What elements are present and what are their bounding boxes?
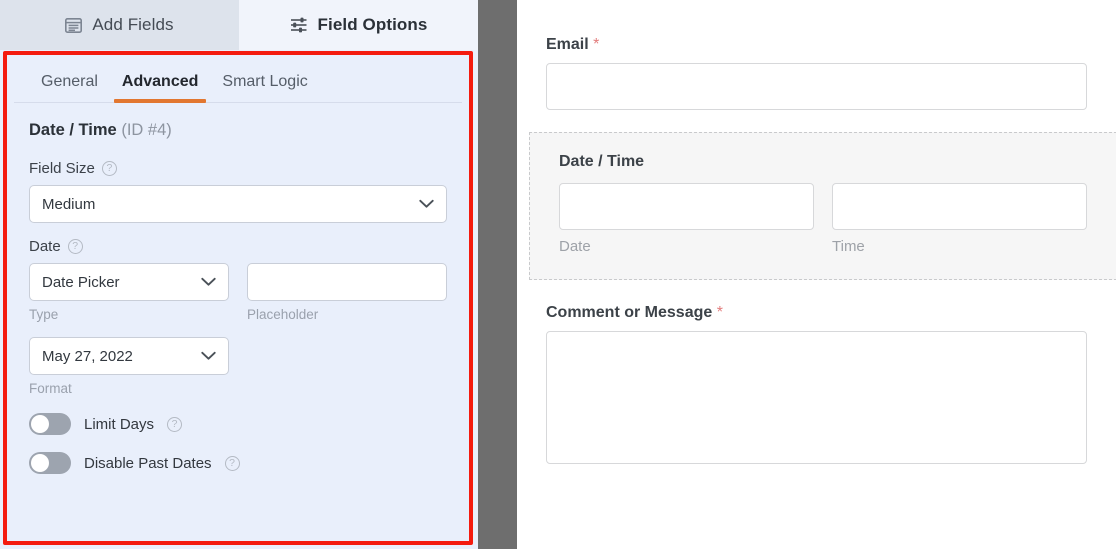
chevron-down-icon <box>201 277 216 287</box>
disable-past-dates-toggle[interactable] <box>29 452 71 474</box>
date-type-col: Date Picker Type <box>29 263 229 322</box>
chevron-down-icon <box>419 199 434 209</box>
date-placeholder-col: Placeholder <box>247 263 447 322</box>
field-size-label-row: Field Size ? <box>29 160 447 177</box>
preview-label-comment-or-message-text: Comment or Message <box>546 304 713 321</box>
field-size-value: Medium <box>42 195 96 213</box>
date-type-placeholder-row: Date Picker Type Placeholder <box>29 263 447 322</box>
disable-past-dates-label: Disable Past Dates <box>84 454 212 472</box>
date-label: Date <box>29 238 61 255</box>
date-type-value: Date Picker <box>42 273 120 291</box>
required-marker: * <box>593 36 600 53</box>
date-group: Date ? Date Picker Type Placeholder <box>29 238 447 322</box>
tab-add-fields[interactable]: Add Fields <box>0 0 239 50</box>
limit-days-toggle[interactable] <box>29 413 71 435</box>
form-builder-screen: Add Fields Field Options General Advance… <box>0 0 1116 549</box>
subtab-smart-logic[interactable]: Smart Logic <box>210 69 319 102</box>
preview-date-time-columns: Date Time <box>559 183 1087 255</box>
field-title-name: Date / Time <box>29 121 117 139</box>
advanced-options-content: Date / Time (ID #4) Field Size ? Medium <box>7 103 469 474</box>
subtab-advanced[interactable]: Advanced <box>110 69 210 103</box>
date-format-group: May 27, 2022 Format <box>29 337 447 396</box>
field-options-panel: Add Fields Field Options General Advance… <box>0 0 478 549</box>
tab-add-fields-label: Add Fields <box>92 15 174 34</box>
field-options-body: General Advanced Smart Logic Date / Time… <box>7 55 469 541</box>
builder-top-tabbar: Add Fields Field Options <box>0 0 478 50</box>
date-placeholder-sublabel: Placeholder <box>247 307 319 322</box>
date-format-col: May 27, 2022 Format <box>29 337 229 396</box>
subtab-general-label: General <box>41 73 98 90</box>
date-type-select[interactable]: Date Picker <box>29 263 229 301</box>
help-icon-disable-past-dates[interactable]: ? <box>224 455 240 471</box>
date-type-sublabel: Type <box>29 307 59 322</box>
list-panel-icon <box>65 17 83 33</box>
form-preview-content: Email * Date / Time Date Time Comment or… <box>517 0 1116 464</box>
disable-past-dates-row: Disable Past Dates ? <box>29 452 447 474</box>
subtab-smart-logic-label: Smart Logic <box>222 73 308 90</box>
panel-divider[interactable] <box>478 0 517 549</box>
subtab-general[interactable]: General <box>29 69 110 102</box>
tab-field-options-label: Field Options <box>317 15 428 34</box>
preview-field-email[interactable]: Email * <box>517 36 1116 110</box>
field-size-group: Field Size ? Medium <box>29 160 447 223</box>
field-size-label: Field Size <box>29 160 95 177</box>
field-title: Date / Time (ID #4) <box>29 121 447 140</box>
date-format-sublabel: Format <box>29 381 72 396</box>
help-icon-date[interactable]: ? <box>67 239 83 254</box>
limit-days-row: Limit Days ? <box>29 413 447 435</box>
help-icon-limit-days[interactable]: ? <box>167 416 183 432</box>
toggle-knob <box>31 415 49 433</box>
required-marker: * <box>716 304 723 321</box>
toggle-knob <box>31 454 49 472</box>
preview-field-comment-or-message[interactable]: Comment or Message * <box>517 304 1116 464</box>
preview-time-column: Time <box>832 183 1087 255</box>
field-title-id: (ID #4) <box>121 121 172 139</box>
help-icon-field-size[interactable]: ? <box>101 161 117 176</box>
preview-label-date-time: Date / Time <box>559 153 1087 171</box>
preview-input-email[interactable] <box>546 63 1087 110</box>
tab-field-options[interactable]: Field Options <box>239 0 478 50</box>
sliders-icon <box>290 17 308 33</box>
preview-input-date[interactable] <box>559 183 814 230</box>
date-format-value: May 27, 2022 <box>42 347 133 365</box>
preview-textarea-comment-or-message[interactable] <box>546 331 1087 464</box>
preview-field-date-time[interactable]: Date / Time Date Time <box>529 132 1116 280</box>
chevron-down-icon <box>201 351 216 361</box>
preview-label-email-text: Email <box>546 36 589 53</box>
preview-label-email: Email * <box>546 36 1087 54</box>
field-size-select[interactable]: Medium <box>29 185 447 223</box>
date-format-row: May 27, 2022 Format <box>29 337 447 396</box>
date-format-select[interactable]: May 27, 2022 <box>29 337 229 375</box>
preview-input-time[interactable] <box>832 183 1087 230</box>
subtab-advanced-label: Advanced <box>121 73 199 90</box>
date-format-spacer <box>247 337 447 396</box>
preview-sublabel-date: Date <box>559 238 591 255</box>
date-label-row: Date ? <box>29 238 447 255</box>
preview-date-column: Date <box>559 183 814 255</box>
preview-sublabel-time: Time <box>832 238 865 255</box>
date-placeholder-input[interactable] <box>247 263 447 301</box>
field-options-subtabs: General Advanced Smart Logic <box>14 55 462 103</box>
limit-days-label: Limit Days <box>84 415 155 433</box>
preview-label-date-time-text: Date / Time <box>559 153 645 170</box>
form-preview-panel: Email * Date / Time Date Time Comment or… <box>517 0 1116 549</box>
preview-label-comment-or-message: Comment or Message * <box>546 304 1087 322</box>
